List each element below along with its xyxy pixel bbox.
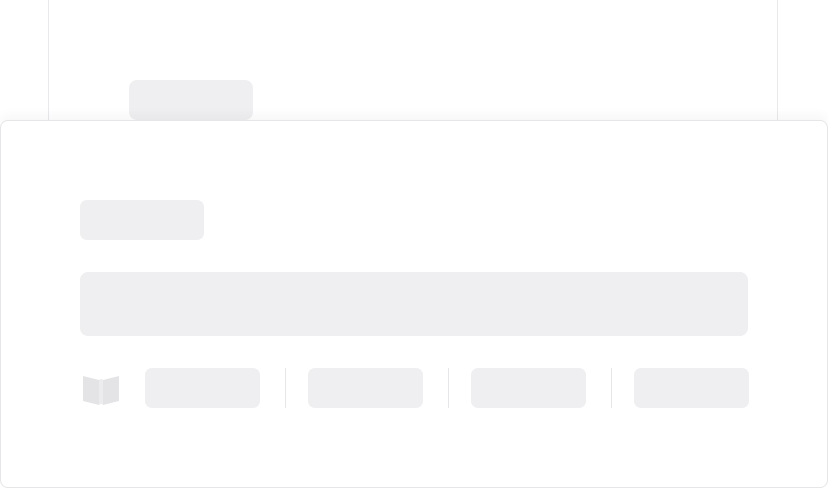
back-card-skeleton — [48, 0, 778, 130]
front-card-description-placeholder — [80, 272, 748, 336]
meta-chip-placeholder — [308, 368, 423, 408]
meta-chip-placeholder — [145, 368, 260, 408]
meta-chip-text — [145, 368, 146, 369]
meta-divider — [285, 368, 286, 408]
skeleton-stage — [0, 0, 828, 488]
meta-chip-text — [471, 368, 472, 369]
front-card-skeleton — [0, 120, 828, 488]
front-card-meta-row — [80, 368, 749, 408]
book-icon — [82, 372, 120, 406]
meta-divider — [611, 368, 612, 408]
front-card-description-text — [80, 272, 81, 273]
back-card-title-text — [129, 80, 130, 81]
meta-divider — [448, 368, 449, 408]
front-card-title-text — [80, 200, 81, 201]
meta-chip-placeholder — [634, 368, 749, 408]
meta-chip-text — [634, 368, 635, 369]
front-card-title-placeholder — [80, 200, 204, 240]
meta-chip-text — [308, 368, 309, 369]
meta-chip-placeholder — [471, 368, 586, 408]
back-card-title-placeholder — [129, 80, 253, 120]
